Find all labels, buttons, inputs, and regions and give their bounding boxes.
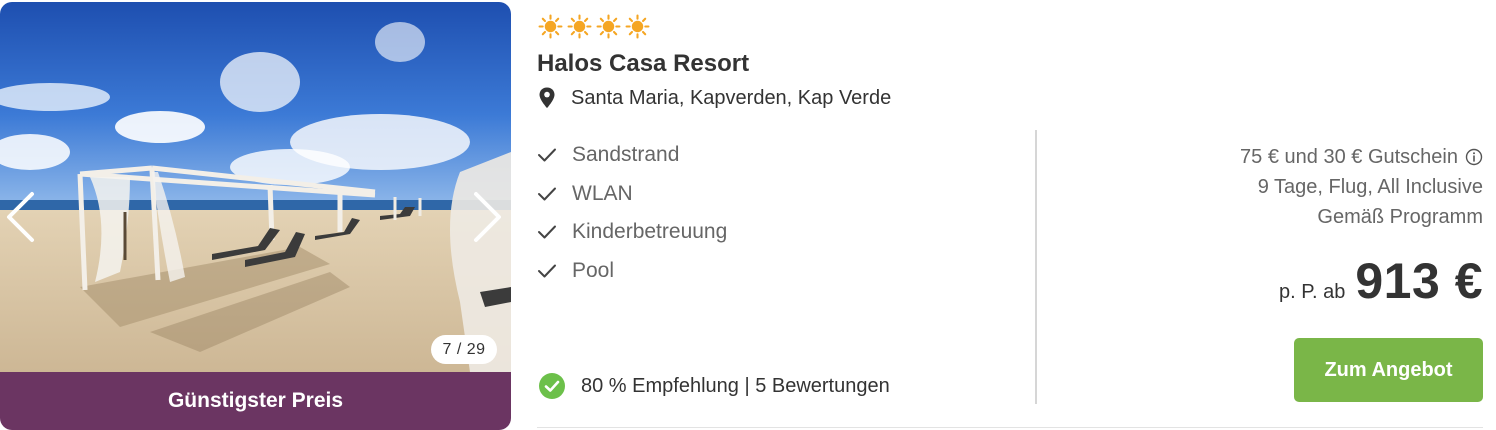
feature-label: Sandstrand xyxy=(572,143,680,167)
map-pin-icon xyxy=(539,87,555,108)
feature-item: Kinderbetreuung xyxy=(537,213,727,252)
checkmark-icon xyxy=(538,225,556,239)
location-text: Santa Maria, Kapverden, Kap Verde xyxy=(571,86,892,109)
card-bottom-divider xyxy=(537,427,1483,428)
sun-icon xyxy=(596,14,621,39)
voucher-text: 75 € und 30 € Gutschein xyxy=(1240,146,1458,168)
image-counter: 7 / 29 xyxy=(431,335,497,364)
hotel-offer-card: 7 / 29 Günstigster Preis Halos Casa Reso… xyxy=(0,0,1496,430)
offer-details: 75 € und 30 € Gutschein 9 Tage, Flug, Al… xyxy=(1240,142,1483,232)
recommendation-summary[interactable]: 80 % Empfehlung | 5 Bewertungen xyxy=(538,372,890,400)
checkmark-icon xyxy=(538,148,556,162)
feature-label: Kinderbetreuung xyxy=(572,220,728,244)
column-divider xyxy=(1035,130,1037,404)
voucher-line: 75 € und 30 € Gutschein xyxy=(1240,142,1483,172)
feature-label: Pool xyxy=(572,258,615,282)
hotel-name[interactable]: Halos Casa Resort xyxy=(537,50,749,78)
check-circle-icon xyxy=(539,373,565,399)
price-value: 913 € xyxy=(1355,253,1483,309)
sun-icon xyxy=(538,14,563,39)
hotel-location: Santa Maria, Kapverden, Kap Verde xyxy=(537,86,891,110)
feature-item: WLAN xyxy=(537,175,727,214)
info-icon[interactable] xyxy=(1465,148,1483,166)
price-prefix: p. P. ab xyxy=(1279,281,1346,303)
feature-label: WLAN xyxy=(572,181,633,205)
trip-details: 9 Tage, Flug, All Inclusive xyxy=(1257,176,1483,198)
sun-icon xyxy=(625,14,650,39)
hotel-image-gallery[interactable]: 7 / 29 Günstigster Preis xyxy=(0,2,511,430)
next-image-arrow-icon[interactable] xyxy=(468,182,508,252)
feature-list: Sandstrand WLAN Kinderbetreuung Pool xyxy=(537,136,727,290)
previous-image-arrow-icon[interactable] xyxy=(0,182,40,252)
feature-item: Pool xyxy=(537,252,727,291)
feature-item: Sandstrand xyxy=(537,136,727,175)
checkmark-icon xyxy=(538,187,556,201)
program-note: Gemäß Programm xyxy=(1317,206,1483,228)
sun-icon xyxy=(567,14,592,39)
price: p. P. ab 913 € xyxy=(1279,252,1483,310)
hotel-photo[interactable] xyxy=(0,2,511,372)
view-offer-button[interactable]: Zum Angebot xyxy=(1294,338,1483,402)
checkmark-icon xyxy=(538,264,556,278)
recommendation-text: 80 % Empfehlung | 5 Bewertungen xyxy=(581,374,890,397)
hotel-rating-stars xyxy=(538,14,650,40)
cheapest-price-badge: Günstigster Preis xyxy=(0,372,511,430)
